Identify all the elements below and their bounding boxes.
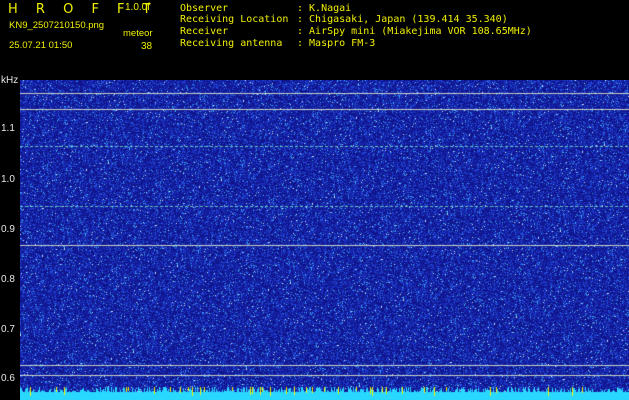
receiver-key: Receiver	[180, 26, 229, 37]
y-tick-label: 0.9	[1, 224, 15, 235]
y-tick-label: 0.7	[1, 324, 15, 335]
header-panel: H R O F F T 1.0.0f KN9_2507210150.png 25…	[0, 0, 629, 80]
meteor-count: 38	[141, 41, 153, 52]
observer-key: Observer	[180, 3, 229, 14]
file-name: KN9_2507210150.png	[9, 20, 105, 31]
antenna-key: Receiving antenna	[180, 38, 283, 49]
app-version: 1.0.0f	[125, 2, 151, 13]
meteor-label: meteor	[123, 28, 153, 39]
antenna-value: : Maspro FM-3	[297, 38, 376, 49]
location-key: Receiving Location	[180, 14, 289, 25]
y-tick-label: 1.0	[1, 174, 15, 185]
spectrogram-canvas	[20, 80, 629, 400]
file-timestamp: 25.07.21 01:50	[9, 40, 73, 51]
y-tick-label: 0.6	[1, 373, 15, 384]
observer-value: : K.Nagai	[297, 3, 352, 14]
location-value: : Chigasaki, Japan (139.414 35.340)	[297, 14, 508, 25]
y-tick-label: 0.8	[1, 274, 15, 285]
receiver-value: : AirSpy mini (Miakejima VOR 108.65MHz)	[297, 26, 532, 37]
y-tick-label: 1.1	[1, 123, 15, 134]
y-axis-unit: kHz	[1, 75, 19, 86]
spectrogram-plot	[20, 80, 629, 400]
